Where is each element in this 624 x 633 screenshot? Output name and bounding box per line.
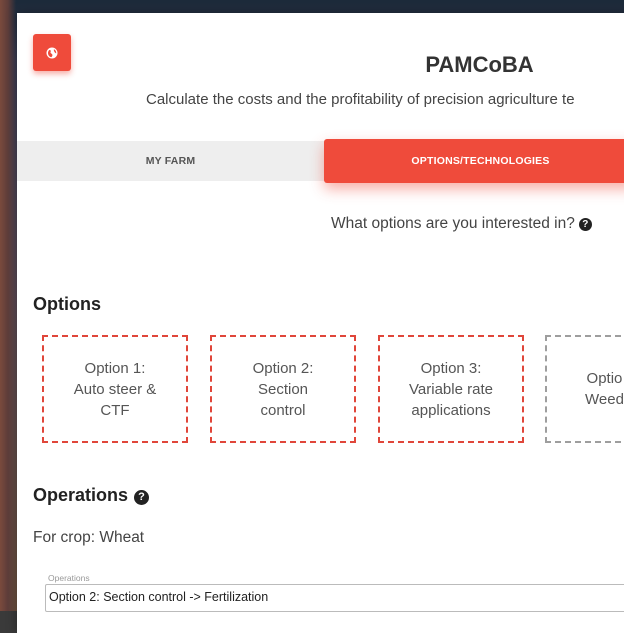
option-card-2[interactable]: Option 2: Section control [210,335,356,443]
crop-text: For crop: Wheat [33,529,145,546]
question-circle-icon[interactable]: ? [578,218,592,231]
operations-select[interactable]: Option 2: Section control -> Fertilizati… [45,584,624,612]
question-text: What options are you interested in? [331,215,575,232]
operations-heading-text: Operations [33,485,129,505]
main-card: PAMCoBA Calculate the costs and the prof… [17,13,624,633]
page-subtitle: Calculate the costs and the profitabilit… [146,91,575,108]
options-heading: Options [33,294,101,314]
page-title: PAMCoBA [425,52,534,77]
tab-options-technologies[interactable]: OPTIONS/TECHNOLOGIES [324,139,624,183]
options-question: What options are you interested in?? [331,215,592,233]
operations-selected-value: Option 2: Section control -> Fertilizati… [49,590,269,604]
tab-my-farm[interactable]: MY FARM [17,141,324,181]
question-circle-icon[interactable]: ? [134,490,150,505]
option-card-3[interactable]: Option 3: Variable rate applications [378,335,524,443]
option-card-4[interactable]: Optio Weed [545,335,624,443]
tab-bar: MY FARM OPTIONS/TECHNOLOGIES [17,139,624,183]
operations-field-label: Operations [48,573,90,583]
option-card-1[interactable]: Option 1: Auto steer & CTF [42,335,188,443]
operations-heading: Operations? [33,485,150,506]
